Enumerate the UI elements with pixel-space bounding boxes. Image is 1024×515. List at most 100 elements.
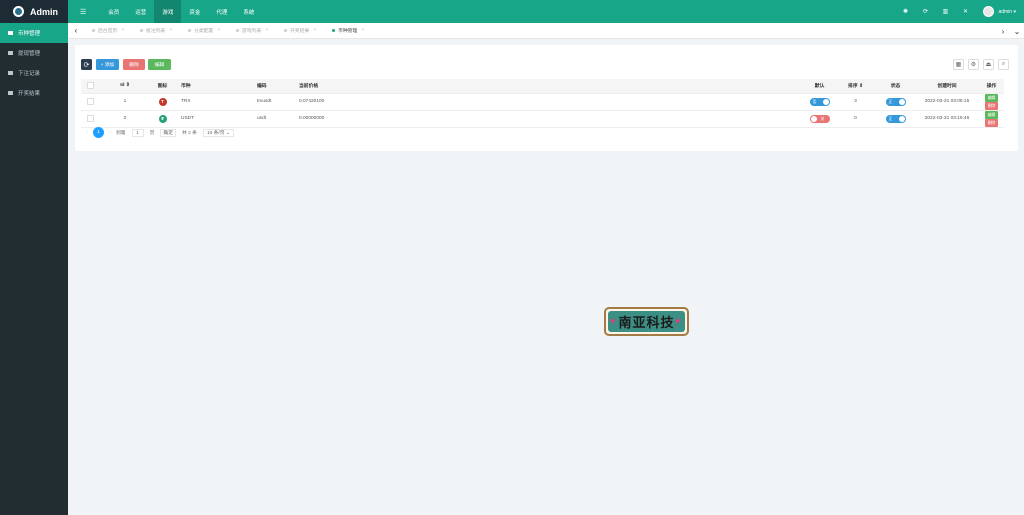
tab-dot-icon <box>236 29 240 32</box>
checkbox[interactable] <box>87 98 94 105</box>
close-icon[interactable]: × <box>265 28 268 33</box>
prev-page-button[interactable]: ‹ <box>81 130 93 135</box>
cell-default: 关 <box>804 110 835 128</box>
sidebar-item-results[interactable]: 开奖结果 <box>0 83 68 103</box>
tab-game-list[interactable]: 游戏列表 × <box>228 23 276 39</box>
toggle-knob <box>898 115 905 122</box>
nav-item-agent[interactable]: 代理 <box>208 0 235 23</box>
sidebar-item-label: 币种管理 <box>18 31 41 37</box>
columns-icon[interactable]: ▦ <box>953 59 964 70</box>
tab-scroll-left-icon[interactable]: ‹ <box>68 26 84 35</box>
status-toggle[interactable]: 正 <box>885 114 906 123</box>
row-select[interactable] <box>81 110 106 128</box>
tab-right-controls: › ⌄ <box>996 23 1024 39</box>
toggle-label: 否 <box>812 98 817 104</box>
pagination: ‹ 1 › 到第 1 页 确定 共 2 条 10 条/页 ⌄ <box>81 127 234 138</box>
usdt-coin-icon: ₮ <box>158 114 167 123</box>
sidebar-item-label: 开奖结果 <box>18 91 41 97</box>
nav-right-tools: ✺ ⟳ ▥ ✕ admin ▾ <box>895 0 1024 23</box>
header-select-all[interactable] <box>81 79 106 94</box>
refresh-icon[interactable]: ⟳ <box>915 8 935 15</box>
row-delete-button[interactable]: 删除 <box>985 118 998 127</box>
cell-currency: TRX <box>181 93 257 111</box>
confirm-page-button[interactable]: 确定 <box>160 128 177 137</box>
header-sort[interactable]: 排序 ⇕ <box>835 79 876 94</box>
toggle-label: 正 <box>888 115 893 121</box>
row-delete-button[interactable]: 删除 <box>985 101 998 110</box>
settings-icon[interactable]: ⚙ <box>968 59 979 70</box>
tab-scroll-right-icon[interactable]: › <box>996 27 1010 36</box>
page-number-input[interactable]: 1 <box>131 128 144 137</box>
sidebar-item-currency[interactable]: 币种管理 <box>0 23 68 43</box>
search-icon[interactable]: ⌕ <box>998 59 1009 70</box>
goto-label: 到第 <box>116 131 126 136</box>
heart-icon: ♥ <box>675 316 681 326</box>
sidebar-item-bets[interactable]: 下注记录 <box>0 63 68 83</box>
status-toggle[interactable]: 正 <box>885 97 906 106</box>
nav-item-game[interactable]: 游戏 <box>154 0 182 23</box>
stamp-text: 南亚科技 <box>618 316 675 331</box>
checkbox[interactable] <box>87 82 94 90</box>
cell-default: 否 <box>804 93 835 111</box>
current-page-button[interactable]: 1 <box>93 127 104 138</box>
chevron-down-icon[interactable]: ⌄ <box>1010 27 1024 36</box>
close-icon[interactable]: × <box>169 28 172 33</box>
cell-actions: 编辑删除 <box>979 93 1004 111</box>
trx-coin-icon: T <box>158 97 167 106</box>
row-edit-button[interactable]: 编辑 <box>985 93 998 102</box>
page-size-select[interactable]: 10 条/页 ⌄ <box>202 128 234 137</box>
default-toggle[interactable]: 否 <box>809 97 830 106</box>
nav-item-funds[interactable]: 资金 <box>181 0 208 23</box>
close-icon[interactable]: × <box>217 28 220 33</box>
refresh-button[interactable]: ⟳ <box>81 59 92 70</box>
default-toggle[interactable]: 关 <box>809 114 830 123</box>
nav-item-system[interactable]: 系统 <box>235 0 262 23</box>
cell-code: usdt <box>257 110 299 128</box>
header-created-time: 创建时间 <box>915 79 979 94</box>
cell-id: 1 <box>106 93 144 111</box>
tab-dot-icon <box>140 29 144 32</box>
tab-category-config[interactable]: 分类配置 × <box>180 23 228 39</box>
tab-bets-list[interactable]: 投注列表 × <box>132 23 180 39</box>
dashboard-icon[interactable]: ✺ <box>895 8 915 15</box>
edit-button[interactable]: 编辑 <box>148 59 171 70</box>
close-icon[interactable]: × <box>121 28 124 33</box>
tab-bar: ‹ 后台首页 × 投注列表 × 分类配置 × 游戏列表 × 开奖结果 × 币种管… <box>68 23 1024 39</box>
table-header-row: Id ⇕ 图标 币种 编码 当前价格 默认 排序 ⇕ 状态 创建时间 操作 <box>81 79 1004 94</box>
close-icon[interactable]: × <box>361 28 364 33</box>
tab-label: 币种管理 <box>338 29 358 34</box>
tab-home[interactable]: 后台首页 × <box>84 23 132 39</box>
avatar[interactable] <box>983 6 995 17</box>
delete-button[interactable]: 删除 <box>123 59 145 70</box>
toggle-knob <box>822 98 829 105</box>
add-button[interactable]: + 添加 <box>96 59 119 70</box>
row-edit-button[interactable]: 编辑 <box>985 110 998 119</box>
cell-status: 正 <box>876 93 915 111</box>
content-panel: ⟳ + 添加 删除 编辑 ▦ ⚙ ⏏ ⌕ Id ⇕ 图标 币种 编码 当前价格 … <box>75 45 1018 151</box>
sidebar-item-withdraw[interactable]: 提现管理 <box>0 43 68 63</box>
close-icon[interactable]: × <box>313 28 316 33</box>
tab-currency[interactable]: 币种管理 × <box>324 23 372 39</box>
cell-id: 2 <box>106 110 144 128</box>
tab-results[interactable]: 开奖结果 × <box>276 23 324 39</box>
list-icon <box>8 51 13 55</box>
export-icon[interactable]: ⏏ <box>983 59 994 70</box>
nav-item-members[interactable]: 会员 <box>100 0 127 23</box>
tab-label: 分类配置 <box>194 29 214 34</box>
watermark-stamp: ♥ 南亚科技 ♥ <box>604 307 689 336</box>
fullscreen-icon[interactable]: ✕ <box>955 8 975 15</box>
sidebar-item-label: 提现管理 <box>18 51 41 57</box>
header-status: 状态 <box>876 79 915 94</box>
checkbox[interactable] <box>87 115 94 122</box>
next-page-button[interactable]: › <box>104 130 116 135</box>
row-select[interactable] <box>81 93 106 111</box>
menu-toggle-icon[interactable]: ☰ <box>68 0 100 23</box>
admin-user-menu[interactable]: admin ▾ <box>998 9 1016 15</box>
currency-table: Id ⇕ 图标 币种 编码 当前价格 默认 排序 ⇕ 状态 创建时间 操作 1 … <box>81 79 1004 128</box>
header-id[interactable]: Id ⇕ <box>106 79 144 94</box>
stamp-inner: ♥ 南亚科技 ♥ <box>608 311 685 332</box>
nav-item-operations[interactable]: 运营 <box>127 0 154 23</box>
brand[interactable]: Admin <box>0 0 68 23</box>
cell-currency: USDT <box>181 110 257 128</box>
trash-icon[interactable]: ▥ <box>935 8 955 15</box>
